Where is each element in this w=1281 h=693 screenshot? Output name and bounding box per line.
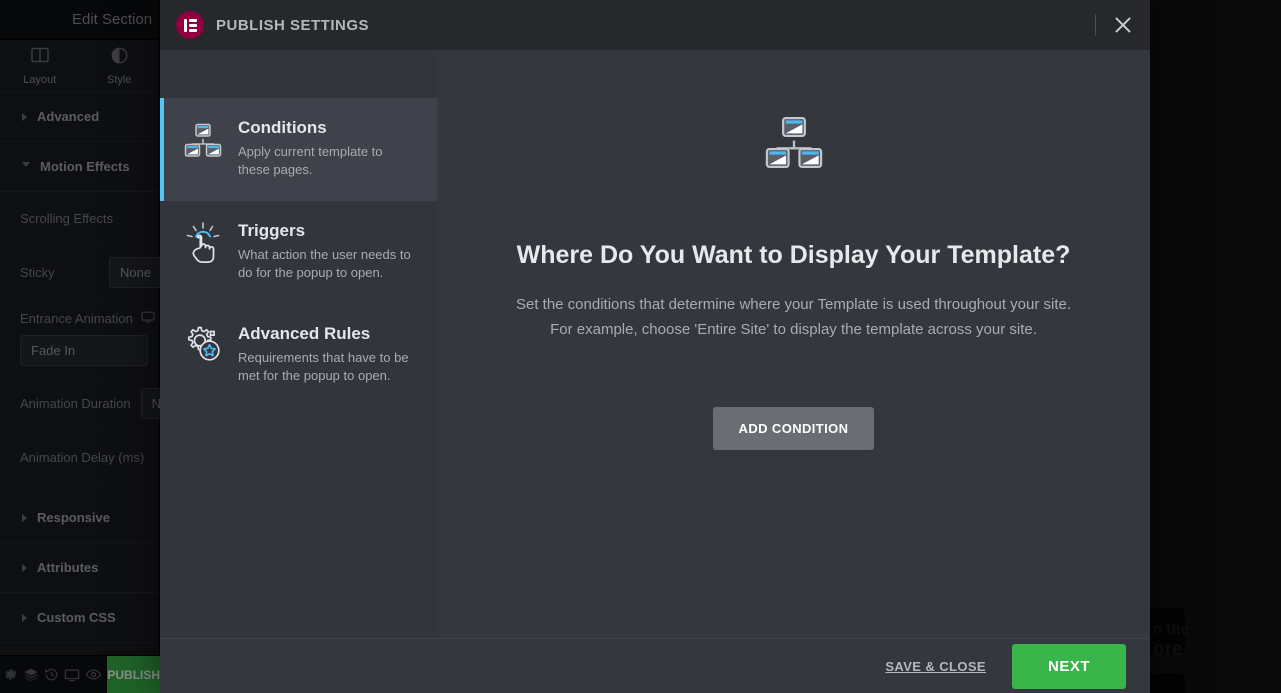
modal-nav: Conditions Apply current template to the… <box>160 50 437 638</box>
empty-state-subtitle-line1: Set the conditions that determine where … <box>515 296 1072 313</box>
next-button[interactable]: NEXT <box>1011 643 1126 689</box>
close-icon[interactable] <box>1110 12 1136 38</box>
gear-star-icon <box>182 322 224 385</box>
modal-main: Where Do You Want to Display Your Templa… <box>437 50 1150 638</box>
nav-item-triggers[interactable]: Triggers What action the user needs to d… <box>160 201 437 304</box>
elementor-logo-icon <box>176 11 204 39</box>
sitemap-icon <box>182 116 224 179</box>
sitemap-icon <box>763 108 825 175</box>
nav-item-advanced-rules-desc: Requirements that have to be met for the… <box>238 350 409 383</box>
modal-body: Conditions Apply current template to the… <box>160 50 1150 638</box>
nav-item-triggers-desc: What action the user needs to do for the… <box>238 247 411 280</box>
empty-state-subtitle-line2: For example, choose 'Entire Site' to dis… <box>550 321 1037 338</box>
publish-settings-modal: PUBLISH SETTINGS Conditions Apply curren… <box>160 0 1150 693</box>
modal-title: PUBLISH SETTINGS <box>216 16 370 34</box>
modal-footer: SAVE & CLOSE NEXT <box>160 638 1150 693</box>
nav-item-advanced-rules-title: Advanced Rules <box>238 324 371 343</box>
modal-header: PUBLISH SETTINGS <box>160 0 1150 50</box>
nav-item-conditions-title: Conditions <box>238 118 327 137</box>
header-divider <box>1095 14 1096 36</box>
save-and-close-button[interactable]: SAVE & CLOSE <box>885 659 986 674</box>
empty-state: Where Do You Want to Display Your Templa… <box>477 108 1110 342</box>
add-condition-button[interactable]: ADD CONDITION <box>712 407 875 450</box>
nav-item-triggers-title: Triggers <box>238 221 306 240</box>
click-hand-icon <box>182 219 224 282</box>
empty-state-title: Where Do You Want to Display Your Templa… <box>516 241 1071 269</box>
nav-item-advanced-rules[interactable]: Advanced Rules Requirements that have to… <box>160 304 437 407</box>
nav-item-conditions[interactable]: Conditions Apply current template to the… <box>160 98 437 201</box>
nav-item-conditions-desc: Apply current template to these pages. <box>238 144 383 177</box>
